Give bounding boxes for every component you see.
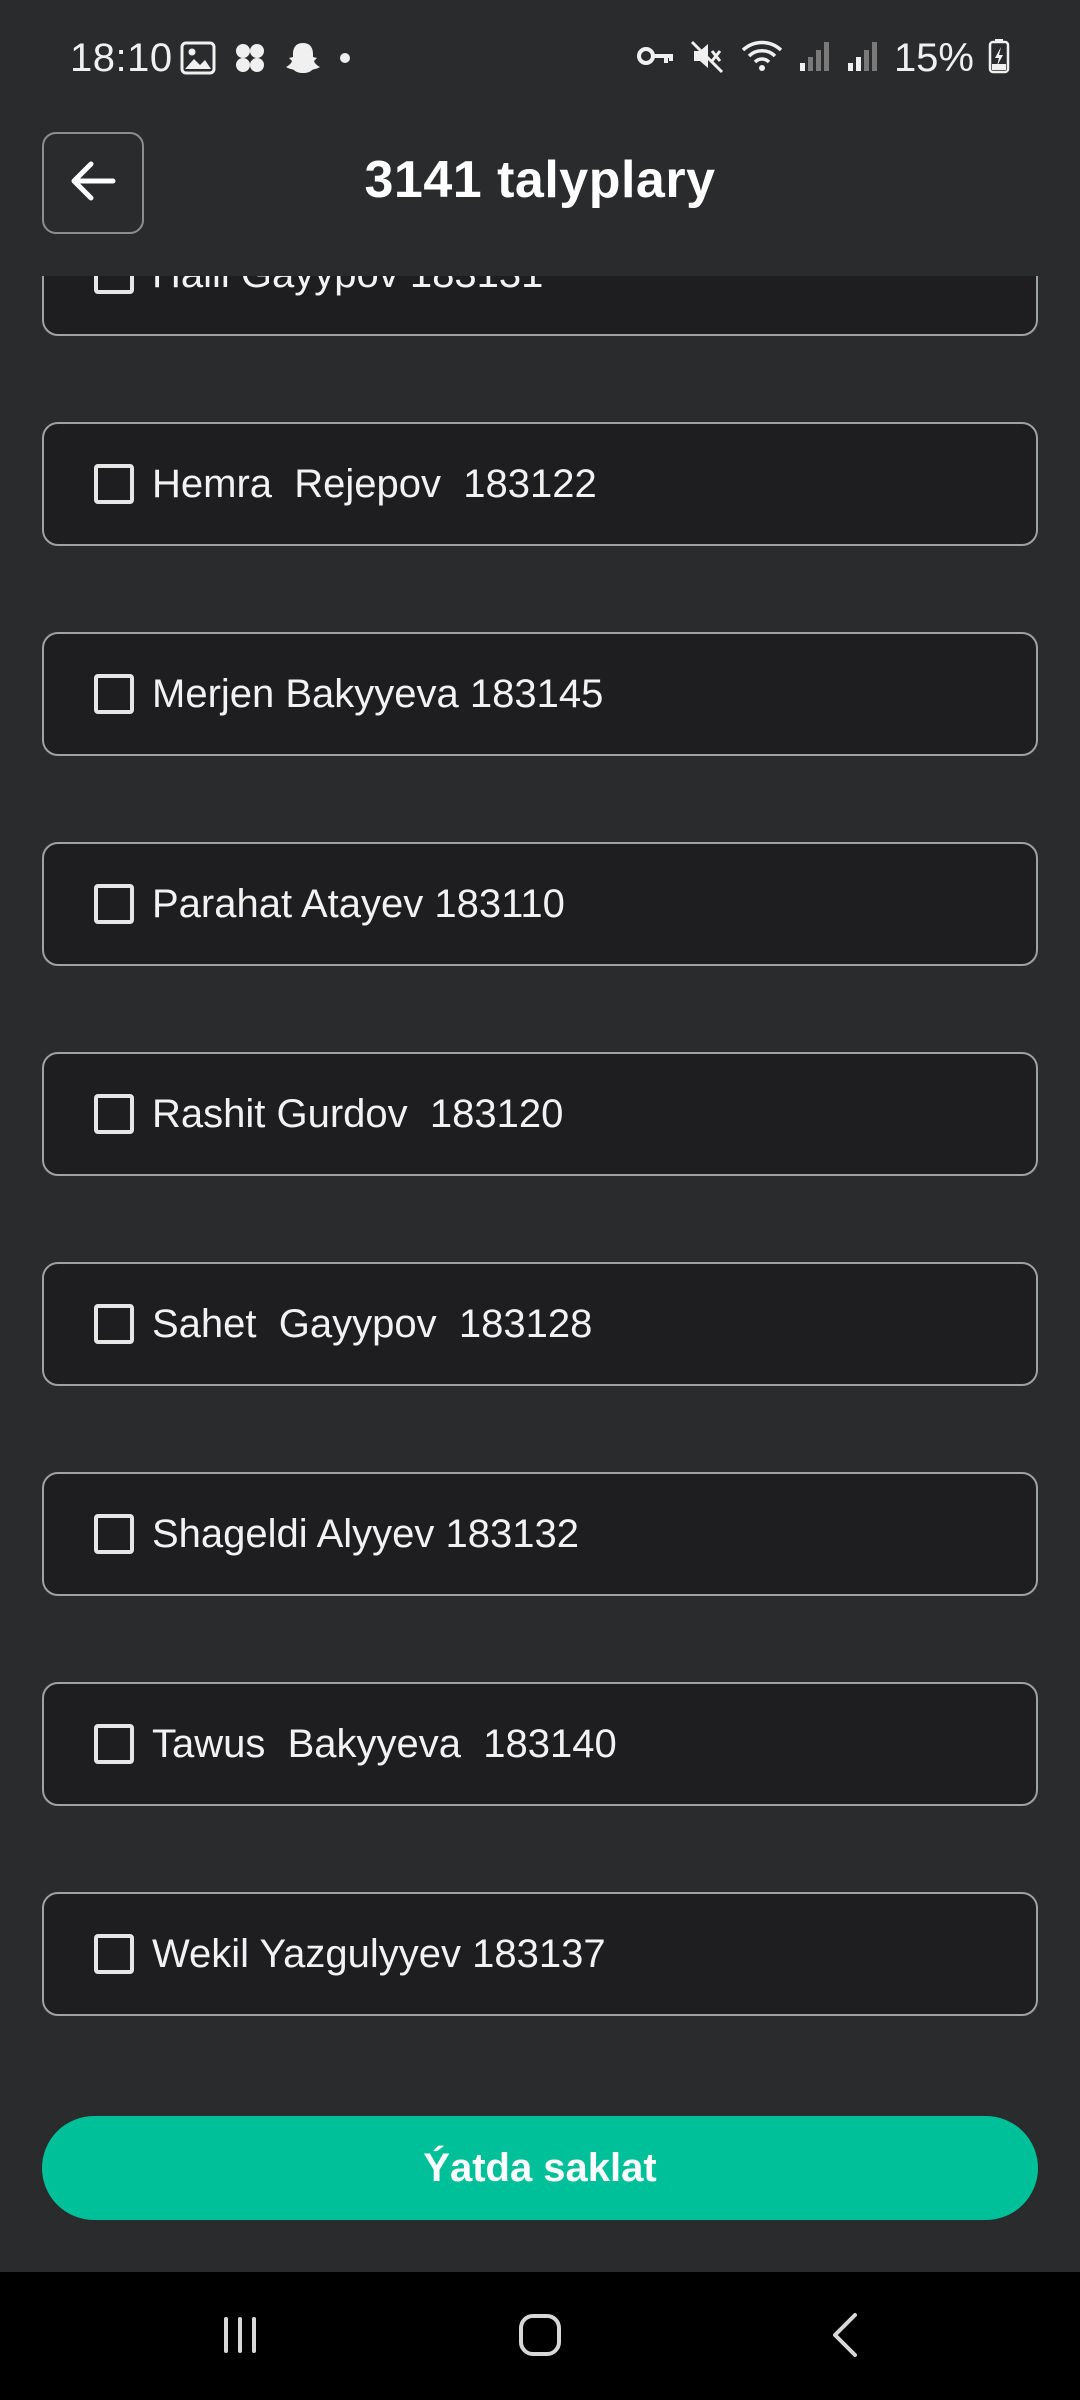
gallery-icon [180,41,216,80]
student-checkbox[interactable] [94,1934,134,1974]
snapchat-icon [284,40,322,81]
student-checkbox[interactable] [94,884,134,924]
student-item[interactable]: Shageldi Alyyev 183132 [42,1472,1038,1596]
nav-back-button[interactable] [805,2302,885,2372]
student-label: Wekil Yazgulyyev 183137 [152,1931,606,1976]
student-checkbox[interactable] [94,1514,134,1554]
student-list-viewport[interactable]: Halil Gayypov 183131 Hemra Rejepov 18312… [0,276,1080,2056]
status-time: 18:10 [70,36,173,80]
wifi-icon [740,38,784,79]
student-item[interactable]: Merjen Bakyyeva 183145 [42,632,1038,756]
student-label: Merjen Bakyyeva 183145 [152,671,604,716]
student-checkbox[interactable] [94,1724,134,1764]
battery-charging-icon [988,38,1010,79]
student-checkbox[interactable] [94,1304,134,1344]
signal-icon [846,39,880,78]
system-nav-bar [0,2272,1080,2400]
save-button[interactable]: Ýatda saklat [42,2116,1038,2220]
student-item[interactable]: Hemra Rejepov 183122 [42,422,1038,546]
student-item[interactable]: Wekil Yazgulyyev 183137 [42,1892,1038,2016]
student-label: Rashit Gurdov 183120 [152,1091,564,1136]
student-label: Halil Gayypov 183131 [152,276,543,297]
vpn-key-icon [636,44,676,73]
app-header: 3141 talyplary [0,120,1080,276]
back-icon [827,2311,863,2364]
page-title: 3141 talyplary [364,151,716,209]
student-list: Halil Gayypov 183131 Hemra Rejepov 18312… [42,276,1038,2056]
student-label: Parahat Atayev 183110 [152,881,565,926]
student-label: Hemra Rejepov 183122 [152,461,597,506]
student-item[interactable]: Sahet Gayypov 183128 [42,1262,1038,1386]
student-item[interactable]: Tawus Bakyyeva 183140 [42,1682,1038,1806]
student-checkbox[interactable] [94,674,134,714]
student-checkbox[interactable] [94,276,134,294]
signal-icon [798,39,832,78]
student-item[interactable]: Rashit Gurdov 183120 [42,1052,1038,1176]
student-checkbox[interactable] [94,1094,134,1134]
recent-apps-button[interactable] [200,2302,280,2372]
dot-icon [338,51,352,70]
screen: 18:10 15% 3141 talyplary Hemra Rejepov 1… [0,0,1080,2400]
recent-apps-icon [218,2313,262,2362]
student-label: Shageldi Alyyev 183132 [152,1511,579,1556]
student-item[interactable]: Parahat Atayev 183110 [42,842,1038,966]
home-button[interactable] [500,2302,580,2372]
status-bar: 18:10 15% [0,0,1080,120]
home-icon [517,2312,563,2363]
mute-icon [690,38,726,79]
student-item[interactable]: Halil Gayypov 183131 [42,276,1038,336]
student-checkbox[interactable] [94,464,134,504]
status-right: 15% [636,36,1010,81]
student-label: Sahet Gayypov 183128 [152,1301,593,1346]
battery-percent: 15% [893,36,974,80]
pinwheel-icon [232,40,268,81]
student-label: Tawus Bakyyeva 183140 [152,1721,617,1766]
status-left-icons [180,40,352,81]
